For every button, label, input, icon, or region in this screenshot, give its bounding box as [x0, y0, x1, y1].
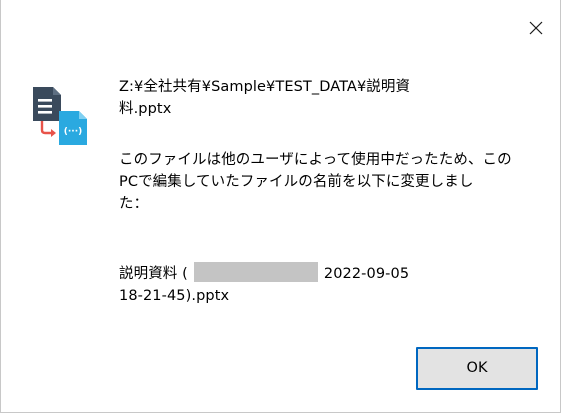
file-rename-dialog: (···) Z:¥全社共有¥Sample¥TEST_DATA¥説明資 料.ppt… — [0, 0, 561, 413]
file-conflict-sync-icon: (···) — [31, 85, 97, 151]
svg-text:(···): (···) — [64, 127, 82, 137]
ok-button[interactable]: OK — [416, 347, 538, 390]
new-name-date: 2022-09-05 — [323, 266, 410, 282]
new-file-name-line2: 18-21-45).pptx — [119, 288, 230, 304]
redacted-area — [193, 262, 318, 282]
message-line: このファイルは他のユーザによって使用中だったため、この — [119, 152, 512, 168]
message-line: た： — [119, 196, 149, 212]
file-path-line: Z:¥全社共有¥Sample¥TEST_DATA¥説明資 — [119, 79, 411, 95]
new-file-name-line1: 説明資料 ( 2022-09-05 — [119, 262, 409, 285]
new-file-name: 説明資料 ( 2022-09-05 18-21-45).pptx — [119, 262, 409, 307]
file-path-text: Z:¥全社共有¥Sample¥TEST_DATA¥説明資 料.pptx — [119, 76, 410, 120]
close-button[interactable] — [522, 14, 550, 42]
new-name-prefix: 説明資料 ( — [119, 266, 188, 282]
file-path-line: 料.pptx — [119, 101, 172, 117]
close-icon — [529, 21, 543, 35]
rename-message: このファイルは他のユーザによって使用中だったため、この PCで編集していたファイ… — [119, 149, 512, 215]
message-line: PCで編集していたファイルの名前を以下に変更しまし — [119, 174, 474, 190]
